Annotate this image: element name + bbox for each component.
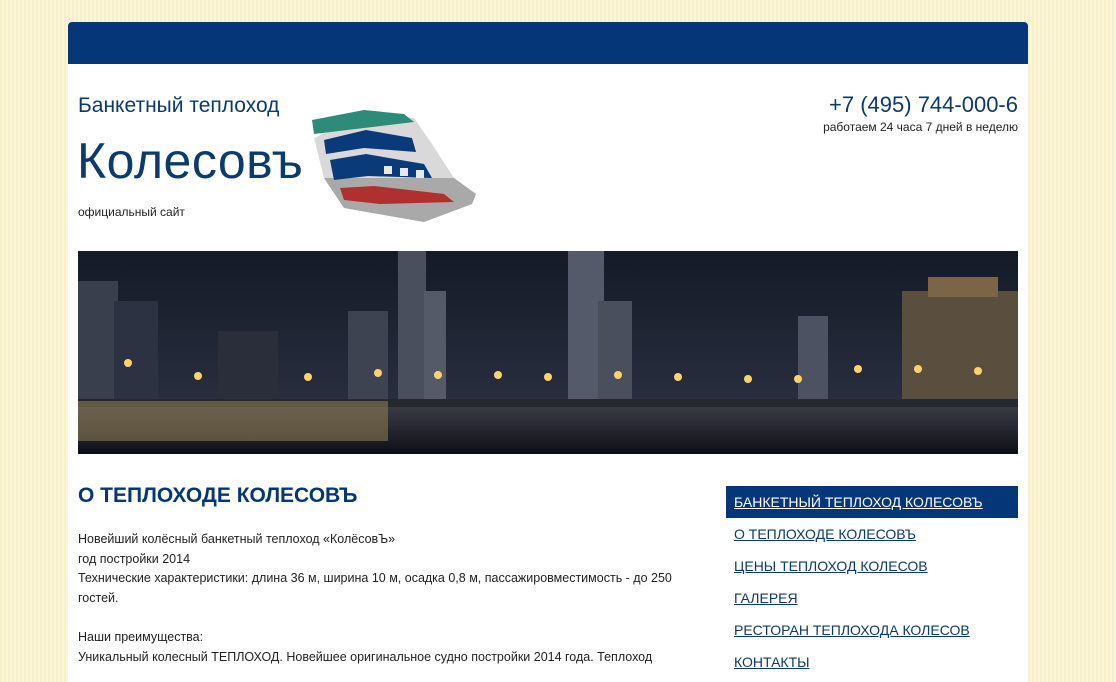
page-container: Банкетный теплоход Колесовъ официальный … [68, 22, 1028, 682]
brand-subtitle: официальный сайт [78, 205, 185, 219]
advantages-title: Наши преимущества: [78, 629, 204, 644]
night-city-banner [78, 251, 1018, 454]
side-menu: БАНКЕТНЫЙ ТЕПЛОХОД КОЛЕСОВЪ О ТЕПЛОХОДЕ … [726, 486, 1018, 678]
content-line: год постройки 2014 [78, 551, 191, 566]
brand-name[interactable]: Колесовъ [77, 132, 303, 190]
menu-item-restaurant[interactable]: РЕСТОРАН ТЕПЛОХОДА КОЛЕСОВ [726, 614, 1018, 646]
top-nav-bar [68, 22, 1028, 64]
page-title: О ТЕПЛОХОДЕ КОЛЕСОВЪ [78, 484, 358, 507]
working-hours: работаем 24 часа 7 дней в неделю [823, 120, 1018, 134]
main-content: Новейший колёсный банкетный теплоход «Ко… [78, 530, 698, 667]
phone-number[interactable]: +7 (495) 744-000-6 [829, 92, 1018, 118]
content-line: Новейший колёсный банкетный теплоход «Ко… [78, 532, 396, 546]
ship-image [312, 110, 476, 222]
content-line: Технические характеристики: длина 36 м, … [78, 571, 672, 605]
menu-item-about[interactable]: О ТЕПЛОХОДЕ КОЛЕСОВЪ [726, 518, 1018, 550]
menu-item-banquet-ship[interactable]: БАНКЕТНЫЙ ТЕПЛОХОД КОЛЕСОВЪ [726, 486, 1018, 518]
menu-item-contacts[interactable]: КОНТАКТЫ [726, 646, 1018, 678]
menu-item-gallery[interactable]: ГАЛЕРЕЯ [726, 582, 1018, 614]
advantages-text: Уникальный колесный ТЕПЛОХОД. Новейшее о… [78, 649, 653, 664]
brand-prefix: Банкетный теплоход [78, 94, 280, 117]
menu-item-prices[interactable]: ЦЕНЫ ТЕПЛОХОД КОЛЕСОВ [726, 550, 1018, 582]
